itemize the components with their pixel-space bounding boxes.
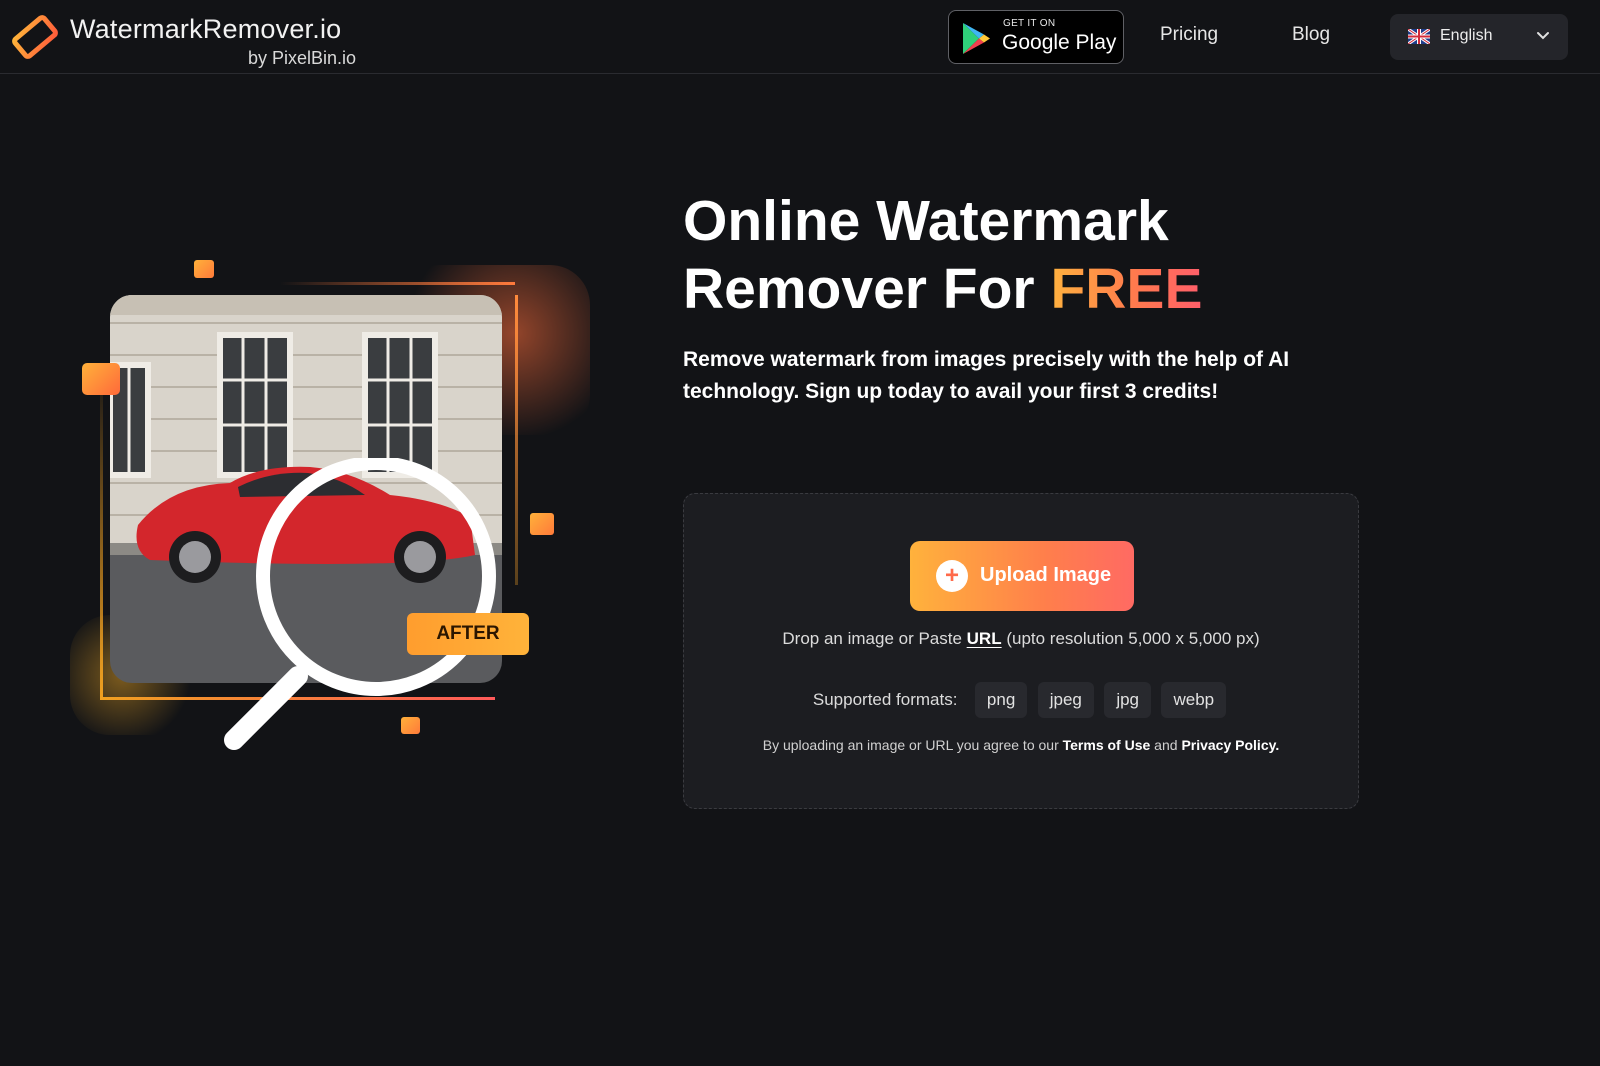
logo-icon [10,15,58,59]
drop-instructions: Drop an image or Paste URL (upto resolut… [684,629,1358,649]
google-play-small-text: GET IT ON [1003,18,1056,29]
title-line-2: Remover For [683,257,1051,321]
square-decoration [194,260,214,278]
square-decoration [530,513,554,535]
drop-suffix: (upto resolution 5,000 x 5,000 px) [1001,629,1260,648]
top-nav: WatermarkRemover.io by PixelBin.io GET I… [0,0,1600,74]
drop-prefix: Drop an image or Paste [782,629,967,648]
after-badge: AFTER [407,613,529,655]
supported-formats: Supported formats: png jpeg jpg webp [684,682,1358,718]
title-line-1: Online Watermark [683,189,1169,253]
page-subtitle: Remove watermark from images precisely w… [683,348,1290,403]
format-chip: webp [1161,682,1227,718]
legal-and: and [1150,737,1182,753]
format-chip: png [974,682,1028,718]
square-decoration [401,717,420,734]
terms-of-use-link[interactable]: Terms of Use [1063,737,1151,753]
upload-image-button[interactable]: + Upload Image [910,541,1134,611]
uk-flag-icon [1408,29,1430,44]
magnifier-icon [224,458,496,750]
plus-icon: + [936,560,968,592]
frame-line [515,295,518,585]
legal-notice: By uploading an image or URL you agree t… [684,737,1358,753]
nav-pricing-link[interactable]: Pricing [1160,24,1218,46]
google-play-button[interactable]: GET IT ON Google Play [948,10,1124,64]
logo-title: WatermarkRemover.io [70,14,342,44]
google-play-label: Google Play [1002,31,1117,54]
formats-label: Supported formats: [812,690,958,709]
hero-illustration: AFTER [70,245,590,775]
frame-line [280,282,515,285]
upload-dropzone[interactable]: + Upload Image Drop an image or Paste UR… [683,493,1359,809]
legal-prefix: By uploading an image or URL you agree t… [762,737,1063,753]
brand-logo[interactable]: WatermarkRemover.io by PixelBin.io [8,8,408,68]
title-highlight: FREE [1050,257,1203,321]
language-label: English [1440,27,1493,44]
google-play-icon [963,23,990,54]
nav-blog-link[interactable]: Blog [1292,24,1330,46]
privacy-policy-link[interactable]: Privacy Policy. [1181,737,1279,753]
format-chip: jpeg [1037,682,1094,718]
frame-line [100,360,103,700]
format-chip: jpg [1104,682,1152,718]
language-selector[interactable]: English [1390,14,1568,60]
square-decoration [82,363,120,395]
upload-button-label: Upload Image [980,564,1112,586]
logo-subtitle: by PixelBin.io [248,48,357,68]
page-title: Online Watermark Remover For FREE [683,187,1202,323]
chevron-down-icon [1537,32,1549,40]
paste-url-link[interactable]: URL [967,629,1002,648]
